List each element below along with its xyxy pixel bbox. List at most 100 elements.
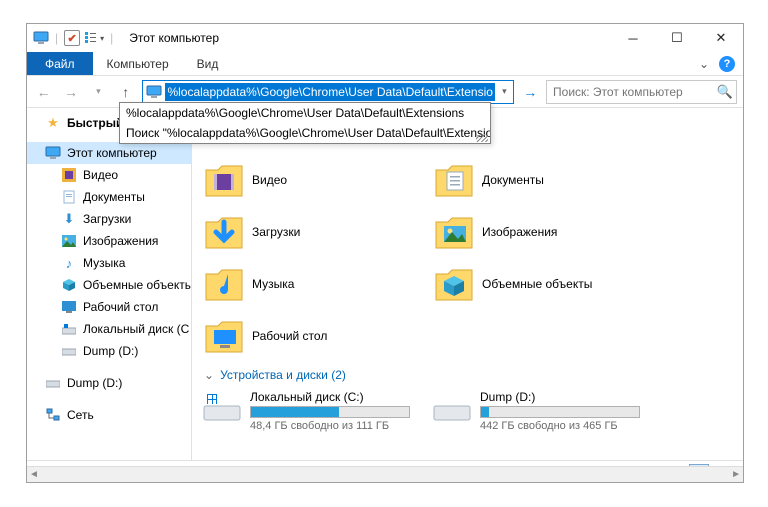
documents-folder-icon [432, 158, 476, 202]
suggestion-item[interactable]: %localappdata%\Google\Chrome\User Data\D… [120, 103, 490, 123]
suggestion-item[interactable]: Поиск "%localappdata%\Google\Chrome\User… [120, 123, 490, 143]
folder-music[interactable]: Музыка [202, 258, 432, 310]
address-bar[interactable]: ▾ [142, 80, 514, 104]
downloads-folder-icon [202, 210, 246, 254]
nav-tree: ★ Быстрый доступ Этот компьютер Видео До… [27, 108, 192, 460]
pictures-icon [61, 233, 77, 249]
search-box[interactable]: 🔍 [546, 80, 737, 104]
folder-label: Видео [252, 173, 287, 187]
sidebar-item-label: Dump (D:) [67, 376, 122, 390]
window-title: Этот компьютер [129, 31, 219, 45]
sidebar-item-music[interactable]: ♪ Музыка [27, 252, 191, 274]
help-icon[interactable]: ? [719, 56, 735, 72]
close-button[interactable]: ✕ [699, 24, 743, 52]
sidebar-item-label: Изображения [83, 234, 158, 248]
sidebar-item-label: Локальный диск (C [83, 322, 189, 336]
ribbon-collapse-icon[interactable]: ⌄ [699, 57, 709, 71]
up-button[interactable]: ↑ [115, 80, 136, 104]
folder-desktop[interactable]: Рабочий стол [202, 310, 432, 362]
star-icon: ★ [45, 115, 61, 131]
forward-button: → [60, 80, 81, 104]
drive-icon [61, 343, 77, 359]
network-icon [45, 407, 61, 423]
sidebar-item-drive-c[interactable]: Локальный диск (C [27, 318, 191, 340]
sidebar-item-label: Видео [83, 168, 118, 182]
folder-label: Документы [482, 173, 544, 187]
folder-videos[interactable]: Видео [202, 154, 432, 206]
documents-icon [61, 189, 77, 205]
sidebar-item-videos[interactable]: Видео [27, 164, 191, 186]
video-folder-icon [202, 158, 246, 202]
sidebar-item-desktop[interactable]: Рабочий стол [27, 296, 191, 318]
drive-c[interactable]: Локальный диск (C:) 48,4 ГБ свободно из … [202, 390, 432, 432]
body: ★ Быстрый доступ Этот компьютер Видео До… [27, 108, 743, 460]
drive-label: Dump (D:) [480, 390, 640, 404]
drive-icon [202, 392, 242, 424]
address-pc-icon [143, 85, 165, 99]
drive-icon [45, 375, 61, 391]
pictures-folder-icon [432, 210, 476, 254]
cube-icon [61, 277, 77, 293]
navbar: ← → ▾ ↑ ▾ → 🔍 %localappdata%\Google\Chro… [27, 76, 743, 108]
drive-usage-bar [250, 406, 410, 418]
folder-pictures[interactable]: Изображения [432, 206, 662, 258]
content-pane: Видео Документы Загрузки Изображения Муз… [192, 108, 743, 460]
section-drives-label: Устройства и диски (2) [220, 368, 346, 382]
sidebar-item-documents[interactable]: Документы [27, 186, 191, 208]
folder-label: Изображения [482, 225, 557, 239]
minimize-button[interactable]: ─ [611, 24, 655, 52]
qa-check-icon[interactable]: ✔ [64, 30, 80, 46]
search-icon[interactable]: 🔍 [714, 84, 736, 100]
drive-d[interactable]: Dump (D:) 442 ГБ свободно из 465 ГБ [432, 390, 662, 432]
sidebar-item-network[interactable]: Сеть [27, 404, 191, 426]
address-input[interactable] [165, 83, 495, 101]
music-icon: ♪ [61, 255, 77, 271]
maximize-button[interactable]: ☐ [655, 24, 699, 52]
sidebar-item-drive-d[interactable]: Dump (D:) [27, 340, 191, 362]
desktop-folder-icon [202, 314, 246, 358]
folder-label: Рабочий стол [252, 329, 327, 343]
drive-usage-bar [480, 406, 640, 418]
video-icon [61, 167, 77, 183]
folder-label: Музыка [252, 277, 294, 291]
sidebar-item-label: Dump (D:) [83, 344, 138, 358]
sidebar-item-label: Рабочий стол [83, 300, 158, 314]
pc-icon [45, 145, 61, 161]
tab-view[interactable]: Вид [183, 52, 233, 75]
folder-label: Объемные объекты [482, 277, 592, 291]
search-input[interactable] [547, 85, 714, 99]
address-dropdown-icon[interactable]: ▾ [495, 86, 513, 97]
sidebar-item-label: Документы [83, 190, 145, 204]
drive-icon [432, 392, 472, 424]
sidebar-item-pictures[interactable]: Изображения [27, 230, 191, 252]
sidebar-item-label: Сеть [67, 408, 94, 422]
sidebar-item-label: Объемные объекты [83, 278, 192, 292]
recent-dropdown[interactable]: ▾ [88, 80, 109, 104]
sidebar-item-label: Загрузки [83, 212, 131, 226]
folder-downloads[interactable]: Загрузки [202, 206, 432, 258]
drive-icon [61, 321, 77, 337]
sidebar-item-label: Музыка [83, 256, 125, 270]
back-button[interactable]: ← [33, 80, 54, 104]
explorer-window: | ✔ ▾ | Этот компьютер ─ ☐ ✕ Файл Компью… [26, 23, 744, 483]
folder-documents[interactable]: Документы [432, 154, 662, 206]
drive-free-label: 442 ГБ свободно из 465 ГБ [480, 420, 640, 432]
sidebar-this-pc[interactable]: Этот компьютер [27, 142, 191, 164]
file-tab[interactable]: Файл [27, 52, 93, 75]
qa-properties-icon[interactable] [82, 32, 98, 44]
go-button[interactable]: → [520, 80, 540, 104]
tab-computer[interactable]: Компьютер [93, 52, 183, 75]
sidebar-item-3d[interactable]: Объемные объекты [27, 274, 191, 296]
drive-free-label: 48,4 ГБ свободно из 111 ГБ [250, 420, 410, 432]
resize-grip-icon[interactable] [476, 134, 488, 142]
qa-dropdown-icon[interactable]: ▾ [100, 34, 104, 43]
folder-3d[interactable]: Объемные объекты [432, 258, 662, 310]
music-folder-icon [202, 262, 246, 306]
sidebar-item-downloads[interactable]: ⬇ Загрузки [27, 208, 191, 230]
this-pc-icon [33, 31, 49, 45]
sidebar-item-dump[interactable]: Dump (D:) [27, 372, 191, 394]
ribbon: Файл Компьютер Вид ⌄ ? [27, 52, 743, 76]
section-drives-header[interactable]: Устройства и диски (2) [204, 368, 743, 382]
drive-label: Локальный диск (C:) [250, 390, 410, 404]
folder-label: Загрузки [252, 225, 300, 239]
